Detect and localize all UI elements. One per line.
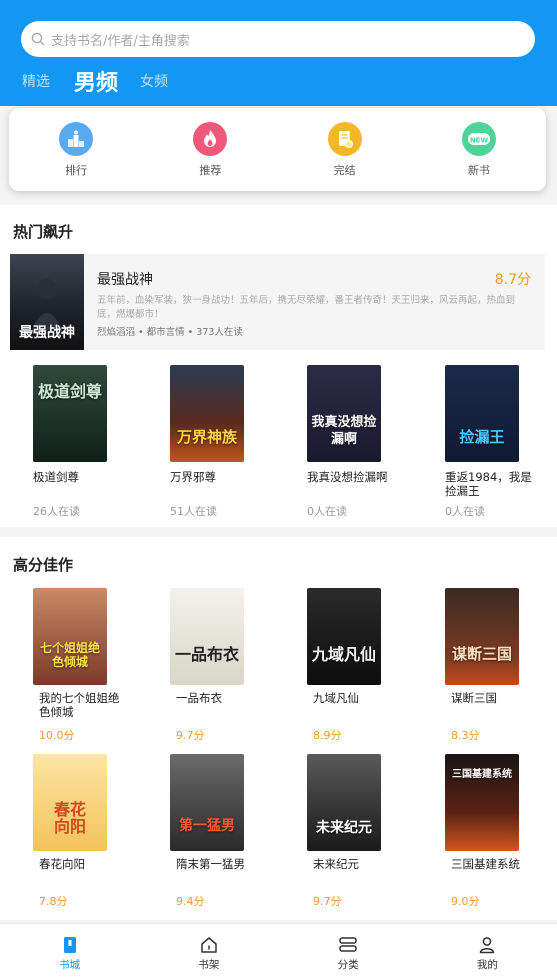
- bottom-nav: 书城 书架 分类 我的: [0, 923, 557, 977]
- book-card[interactable]: 捡漏王 重返1984，我是捡漏王 0人在读: [425, 365, 535, 519]
- featured-book[interactable]: 最强战神 最强战神 8.7分 五年前，血染军装，狭一身战功！五年后，携无尽荣耀，…: [10, 254, 545, 350]
- book-card[interactable]: 万界神族 万界邪尊 51人在读: [150, 365, 260, 519]
- book-title: 我真没想捡漏啊: [307, 470, 388, 484]
- nav-profile[interactable]: 我的: [418, 924, 557, 977]
- nav-label: 分类: [337, 959, 359, 971]
- book-cover: 未来纪元: [307, 754, 381, 851]
- book-readers: 26人在读: [33, 505, 80, 518]
- book-score: 9.7分: [313, 895, 342, 908]
- book-score: 10.0分: [39, 729, 75, 742]
- book-cover: 捡漏王: [445, 365, 519, 462]
- book-readers: 0人在读: [445, 505, 485, 518]
- tab-featured[interactable]: 精选: [22, 71, 50, 91]
- book-cover: 七个姐姐绝色倾城: [33, 588, 107, 685]
- featured-description: 五年前，血染军装，狭一身战功！五年后，携无尽荣耀，番王者传奇！天王归来，风云再起…: [97, 295, 516, 320]
- book-cover: 我真没想捡漏啊: [307, 365, 381, 462]
- book-readers: 0人在读: [307, 505, 347, 518]
- svg-text:NEW: NEW: [470, 136, 489, 144]
- ranking-icon: [59, 122, 94, 156]
- book-score: 9.4分: [176, 895, 205, 908]
- completed-icon: [327, 122, 362, 156]
- quick-link-recommend[interactable]: 推荐: [143, 108, 277, 191]
- channel-tabs: 精选 男频 女频: [22, 66, 188, 96]
- book-cover: 春花向阳: [33, 754, 107, 851]
- high-score-section: 高分佳作 七个姐姐绝色倾城 我的七个姐姐绝色倾城 10.0分 一品布衣 一品布衣…: [0, 537, 557, 920]
- book-title: 三国基建系统: [451, 857, 520, 871]
- home-icon: [201, 937, 217, 953]
- book-title: 未来纪元: [313, 857, 359, 871]
- book-title: 隋末第一猛男: [176, 857, 245, 871]
- quick-link-new[interactable]: NEW 新书: [412, 108, 546, 191]
- book-cover: 九域凡仙: [307, 588, 381, 685]
- book-score: 8.9分: [313, 729, 342, 742]
- book-readers: 51人在读: [170, 505, 217, 518]
- book-card[interactable]: 春花向阳 春花向阳 7.8分: [13, 754, 123, 909]
- tab-male[interactable]: 男频: [74, 65, 118, 97]
- book-card[interactable]: 谋断三国 谋断三国 8.3分: [425, 588, 535, 743]
- book-title: 万界邪尊: [170, 470, 216, 484]
- featured-score: 8.7分: [494, 272, 531, 288]
- book-title: 我的七个姐姐绝色倾城: [39, 691, 120, 719]
- book-cover: 万界神族: [170, 365, 244, 462]
- user-icon: [480, 937, 495, 954]
- section-title: 高分佳作: [13, 556, 74, 574]
- book-score: 8.3分: [451, 729, 480, 742]
- book-card[interactable]: 九域凡仙 九域凡仙 8.9分: [287, 588, 397, 743]
- book-score: 9.0分: [451, 895, 480, 908]
- nav-bookstore[interactable]: 书城: [0, 924, 139, 977]
- book-title: 九域凡仙: [313, 691, 359, 705]
- nav-bookshelf[interactable]: 书架: [139, 924, 278, 977]
- header: 支持书名/作者/主角搜索 精选 男频 女频: [0, 0, 557, 106]
- featured-title: 最强战神: [97, 272, 153, 288]
- quick-link-label: 排行: [65, 164, 88, 177]
- search-icon: [31, 32, 45, 46]
- book-cover: 第一猛男: [170, 754, 244, 851]
- new-icon: NEW: [461, 122, 496, 156]
- book-card[interactable]: 我真没想捡漏啊 我真没想捡漏啊 0人在读: [287, 365, 397, 519]
- book-score: 9.7分: [176, 729, 205, 742]
- quick-link-label: 新书: [467, 164, 490, 177]
- nav-label: 我的: [476, 959, 498, 971]
- search-placeholder: 支持书名/作者/主角搜索: [51, 33, 190, 49]
- bookstore-icon: [63, 937, 76, 953]
- book-cover: 一品布衣: [170, 588, 244, 685]
- quick-link-label: 推荐: [199, 164, 222, 177]
- flame-icon: [193, 122, 228, 156]
- tab-female[interactable]: 女频: [140, 71, 168, 91]
- book-cover: 三国基建系统: [445, 754, 519, 851]
- quick-link-completed[interactable]: 完结: [278, 108, 412, 191]
- nav-label: 书城: [59, 959, 81, 971]
- search-bar[interactable]: 支持书名/作者/主角搜索: [21, 21, 535, 57]
- book-card[interactable]: 三国基建系统 三国基建系统 9.0分: [425, 754, 535, 909]
- book-card[interactable]: 第一猛男 隋末第一猛男 9.4分: [150, 754, 260, 909]
- book-card[interactable]: 七个姐姐绝色倾城 我的七个姐姐绝色倾城 10.0分: [13, 588, 123, 743]
- book-cover: 极道剑尊: [33, 365, 107, 462]
- book-title: 春花向阳: [39, 857, 85, 871]
- book-card[interactable]: 极道剑尊 极道剑尊 26人在读: [13, 365, 123, 519]
- quick-link-label: 完结: [333, 164, 356, 177]
- book-title: 谋断三国: [451, 691, 497, 705]
- quick-links: 排行 推荐 完结 NEW 新书: [9, 108, 546, 191]
- quick-link-ranking[interactable]: 排行: [9, 108, 143, 191]
- book-score: 7.8分: [39, 895, 68, 908]
- category-icon: [339, 937, 357, 952]
- nav-category[interactable]: 分类: [279, 924, 418, 977]
- hot-section: 热门飙升 最强战神 最强战神 8.7分 五年前，血染军装，狭一身战功！五年后，携…: [0, 205, 557, 527]
- book-title: 重返1984，我是捡漏王: [445, 470, 532, 498]
- section-title: 热门飙升: [13, 223, 74, 241]
- nav-label: 书架: [198, 959, 220, 971]
- book-title: 一品布衣: [176, 691, 222, 705]
- book-cover: 最强战神: [10, 254, 84, 350]
- book-card[interactable]: 未来纪元 未来纪元 9.7分: [287, 754, 397, 909]
- book-title: 极道剑尊: [33, 470, 79, 484]
- book-cover: 谋断三国: [445, 588, 519, 685]
- featured-meta: 烈焰滔滔 • 都市言情 • 373人在读: [97, 327, 243, 338]
- book-card[interactable]: 一品布衣 一品布衣 9.7分: [150, 588, 260, 743]
